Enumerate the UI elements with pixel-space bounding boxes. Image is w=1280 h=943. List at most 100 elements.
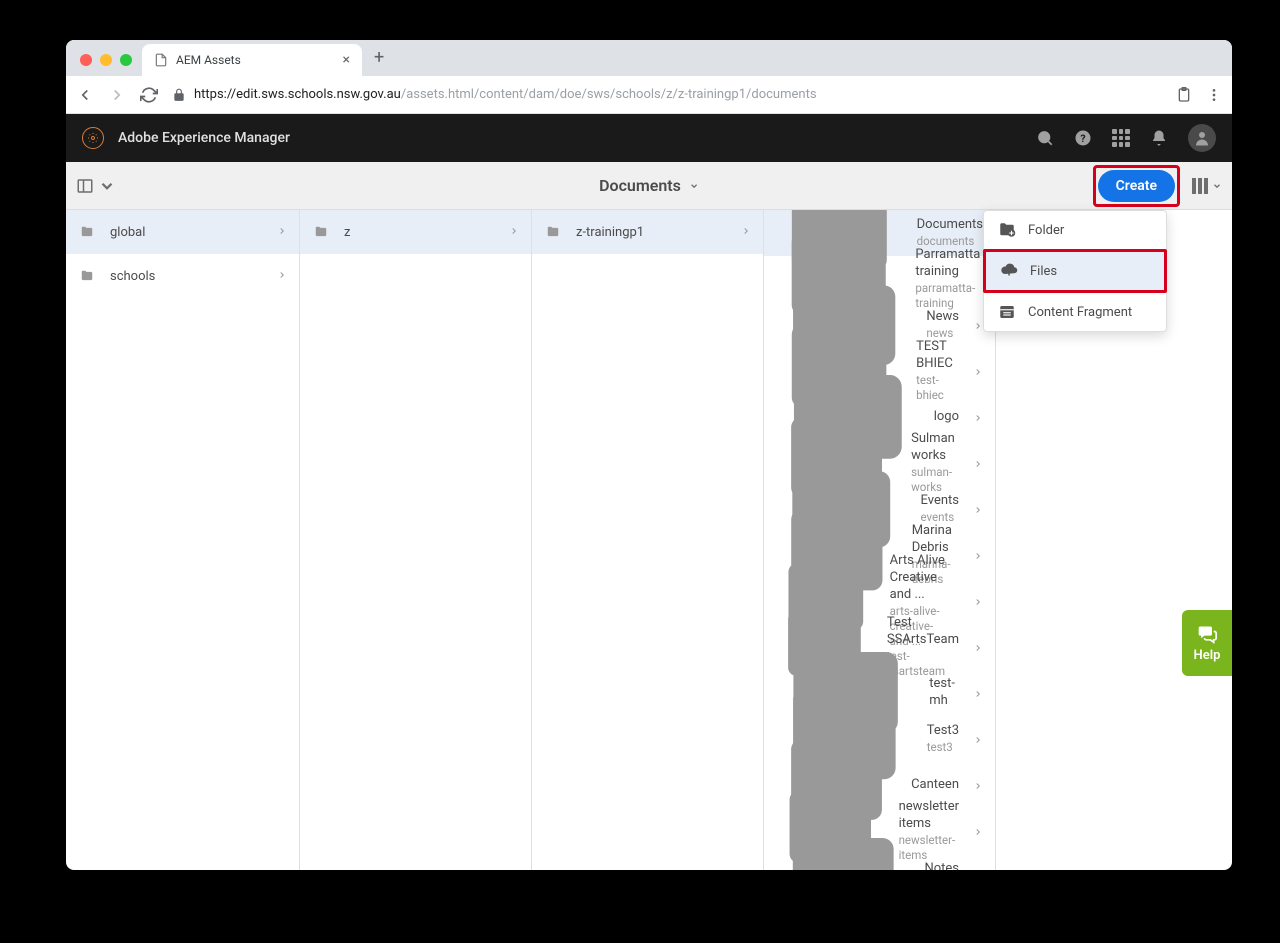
create-dropdown: Folder Files Content Fragment <box>983 210 1167 332</box>
new-tab-button[interactable]: + <box>362 47 396 76</box>
column-1: global schools <box>66 210 300 870</box>
create-button[interactable]: Create <box>1098 170 1175 202</box>
page-icon <box>154 53 168 67</box>
chevron-right-icon <box>973 638 983 657</box>
aem-logo[interactable] <box>82 127 104 149</box>
chevron-right-icon <box>973 730 983 749</box>
bell-icon[interactable] <box>1150 129 1168 147</box>
help-label: Help <box>1194 648 1221 663</box>
folder-label: Marina Debris <box>912 523 959 557</box>
aem-title: Adobe Experience Manager <box>118 130 290 146</box>
dropdown-label: Folder <box>1028 223 1064 238</box>
folder-label: Events <box>921 493 959 510</box>
chevron-down-icon <box>1212 181 1222 191</box>
dropdown-label: Content Fragment <box>1028 305 1132 320</box>
folder-label: Parramatta training <box>915 247 983 281</box>
close-tab-icon[interactable]: × <box>343 52 350 68</box>
folder-sublabel: test-bhiec <box>916 373 959 403</box>
lock-icon <box>172 88 186 102</box>
chevron-right-icon <box>973 362 983 381</box>
dropdown-label: Files <box>1030 264 1057 279</box>
fragment-icon <box>998 303 1016 321</box>
chevron-right-icon <box>973 592 983 611</box>
chevron-right-icon <box>277 269 287 284</box>
chevron-right-icon <box>973 316 983 335</box>
permissions-icon[interactable] <box>1176 87 1192 103</box>
folder-sublabel: sulman-works <box>911 465 959 495</box>
help-widget[interactable]: Help <box>1182 610 1232 676</box>
forward-icon[interactable] <box>108 86 126 104</box>
folder-label: TEST BHIEC <box>916 339 959 373</box>
chevron-right-icon <box>973 454 983 473</box>
dropdown-item-folder[interactable]: Folder <box>984 211 1166 249</box>
folder-label: Notes <box>924 861 959 870</box>
browser-tab[interactable]: AEM Assets × <box>142 44 362 76</box>
column-3: z-trainingp1 <box>532 210 764 870</box>
menu-icon[interactable] <box>1206 87 1222 103</box>
address-bar: https://edit.sws.schools.nsw.gov.au/asse… <box>66 76 1232 114</box>
chevron-right-icon <box>973 776 983 795</box>
help-icon[interactable]: ? <box>1074 129 1092 147</box>
action-toolbar: Documents Create <box>66 162 1232 210</box>
back-icon[interactable] <box>76 86 94 104</box>
folder-item[interactable]: z-trainingp1 <box>532 210 763 254</box>
folder-item[interactable]: Notesnotes <box>764 854 995 870</box>
folder-label: News <box>926 309 959 326</box>
folder-item[interactable]: global <box>66 210 299 254</box>
url-host: https://edit.sws.schools.nsw.gov.au <box>194 87 401 102</box>
search-icon[interactable] <box>1036 129 1054 147</box>
column-2: z <box>300 210 532 870</box>
minimize-window-button[interactable] <box>100 54 112 66</box>
folder-label: Canteen <box>911 777 959 794</box>
browser-window: AEM Assets × + https://edit.sws.schools.… <box>66 40 1232 870</box>
folder-item[interactable]: z <box>300 210 531 254</box>
rail-toggle[interactable] <box>76 177 116 195</box>
user-avatar[interactable] <box>1188 124 1216 152</box>
aem-header-right: ? <box>1036 124 1216 152</box>
chevron-right-icon <box>277 225 287 240</box>
breadcrumb-label: Documents <box>599 176 681 195</box>
folder-label: logo <box>934 409 959 426</box>
window-controls <box>76 54 142 76</box>
folder-label: Sulman works <box>911 431 959 465</box>
browser-right-icons <box>1176 87 1222 103</box>
files-highlight: Files <box>983 249 1167 293</box>
tab-bar: AEM Assets × + <box>66 40 1232 76</box>
url-path: /assets.html/content/dam/doe/sws/schools… <box>401 87 817 102</box>
chat-icon <box>1195 624 1219 644</box>
aem-header: Adobe Experience Manager ? <box>66 114 1232 162</box>
url-bar[interactable]: https://edit.sws.schools.nsw.gov.au/asse… <box>172 87 1162 102</box>
view-switcher[interactable] <box>1192 178 1222 194</box>
dropdown-item-content-fragment[interactable]: Content Fragment <box>984 293 1166 331</box>
cloud-upload-icon <box>1000 262 1018 280</box>
folder-label: schools <box>110 269 155 284</box>
apps-icon[interactable] <box>1112 129 1130 147</box>
folder-label: Arts Alive Creative and ... <box>890 553 959 604</box>
reload-icon[interactable] <box>140 86 158 104</box>
column-4: DocumentsdocumentsParramatta trainingpar… <box>764 210 996 870</box>
chevron-right-icon <box>973 684 983 703</box>
folder-label: Documents <box>917 217 983 234</box>
folder-plus-icon <box>998 221 1016 239</box>
maximize-window-button[interactable] <box>120 54 132 66</box>
folder-label: global <box>110 225 145 240</box>
chevron-right-icon <box>973 868 983 871</box>
chevron-right-icon <box>973 546 983 565</box>
dropdown-item-files[interactable]: Files <box>986 252 1164 290</box>
folder-item[interactable]: schools <box>66 254 299 298</box>
chevron-down-icon <box>689 181 699 191</box>
create-highlight: Create <box>1093 165 1180 207</box>
folder-label: z <box>344 225 350 240</box>
breadcrumb[interactable]: Documents <box>599 176 699 195</box>
nav-icons <box>76 86 158 104</box>
column-view-icon <box>1192 178 1208 194</box>
chevron-right-icon <box>973 408 983 427</box>
chevron-right-icon <box>973 822 983 841</box>
folder-label: Test3 <box>927 723 959 740</box>
toolbar-right: Create <box>1093 165 1222 207</box>
folder-sublabel: parramatta-training <box>915 281 983 311</box>
close-window-button[interactable] <box>80 54 92 66</box>
folder-label: test-mh <box>929 676 959 710</box>
tab-title: AEM Assets <box>176 53 241 67</box>
folder-sublabel: test3 <box>927 740 959 755</box>
